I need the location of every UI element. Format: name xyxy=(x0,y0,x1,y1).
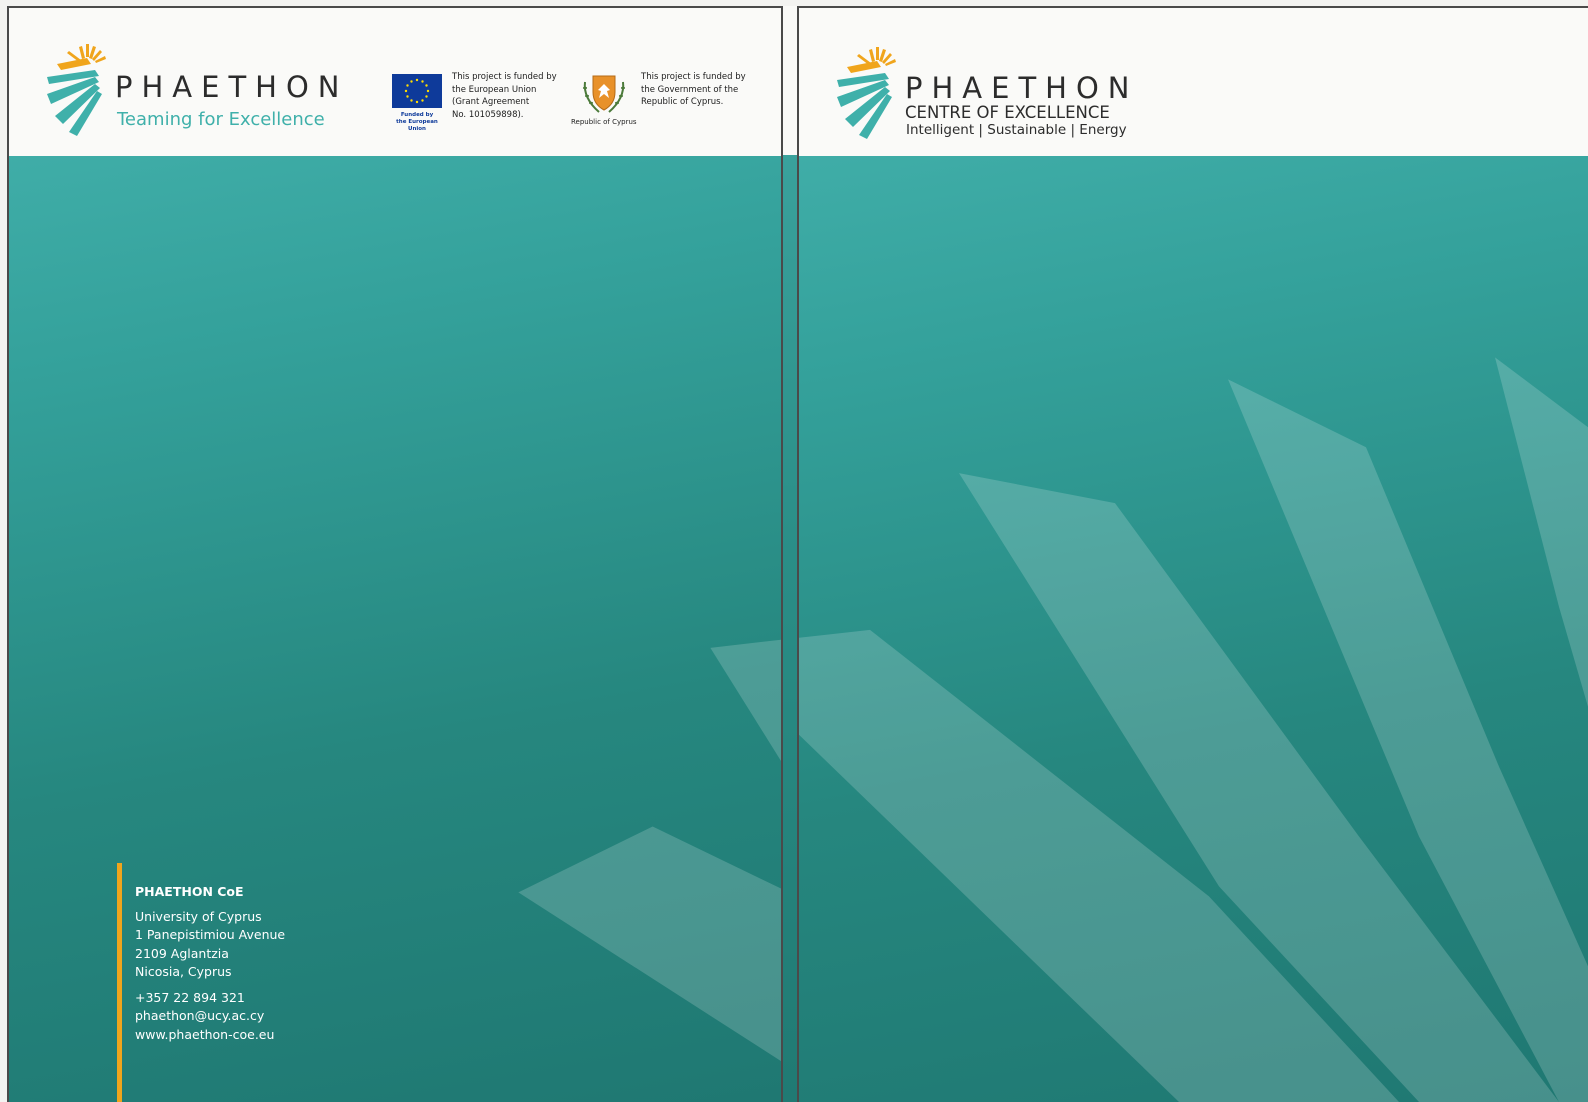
cyprus-funding-line: This project is funded by xyxy=(641,72,746,82)
back-cover-header: PHAETHON Teaming for Excellence Funded b… xyxy=(9,8,781,156)
eu-caption: Funded by the European Union xyxy=(387,112,447,133)
front-cover-page: PHAETHON CENTRE OF EXCELLENCE Intelligen… xyxy=(799,6,1588,1102)
address-line: Nicosia, Cyprus xyxy=(135,963,232,979)
contact-email[interactable]: phaethon@ucy.ac.cy xyxy=(135,1007,285,1025)
address-line: 1 Panepistimiou Avenue xyxy=(135,927,286,943)
front-cover-header: PHAETHON CENTRE OF EXCELLENCE Intelligen… xyxy=(799,8,1588,156)
eu-funding-line: This project is funded by xyxy=(452,72,557,82)
eu-funding-line: the European Union xyxy=(452,84,537,95)
contact-organisation: PHAETHON CoE xyxy=(135,884,244,899)
spine xyxy=(783,6,799,1102)
eu-flag-icon xyxy=(392,74,442,108)
cyprus-funding-text: This project is funded by the Government… xyxy=(641,71,746,109)
phaethon-logo-icon xyxy=(47,44,106,136)
cyprus-coat-of-arms-icon xyxy=(583,75,625,113)
decorative-rays-back xyxy=(518,639,781,1062)
eu-funding-text: This project is funded by the European U… xyxy=(452,71,557,121)
brochure-spread: PHAETHON Teaming for Excellence Funded b… xyxy=(0,0,1588,1102)
phaethon-logo-icon xyxy=(837,47,896,139)
contact-block: PHAETHON CoE University of Cyprus 1 Pane… xyxy=(135,884,285,1044)
cyprus-funding-line: the Government of the xyxy=(641,84,739,95)
keywords-label: Intelligent | Sustainable | Energy xyxy=(906,122,1127,138)
phaethon-wordmark: PHAETHON xyxy=(905,71,1139,105)
phaethon-tagline: Teaming for Excellence xyxy=(117,109,325,130)
address-line: 2109 Aglantzia xyxy=(135,945,229,961)
spine-header-band xyxy=(783,6,797,155)
contact-website[interactable]: www.phaethon-coe.eu xyxy=(135,1026,285,1044)
cyprus-funding-line: Republic of Cyprus. xyxy=(641,97,724,107)
eu-funding-line: No. 101059898). xyxy=(452,109,524,120)
contact-phone: +357 22 894 321 xyxy=(135,990,245,1006)
contact-accent-bar xyxy=(117,863,122,1102)
centre-of-excellence-label: CENTRE OF EXCELLENCE xyxy=(905,103,1110,122)
back-cover-page: PHAETHON Teaming for Excellence Funded b… xyxy=(7,6,783,1102)
decorative-rays-front xyxy=(799,357,1588,1102)
phaethon-wordmark: PHAETHON xyxy=(115,70,349,104)
address-line: University of Cyprus xyxy=(135,909,262,924)
eu-funding-line: (Grant Agreement xyxy=(452,97,530,107)
eu-caption-line2: the European Union xyxy=(396,119,438,132)
cyprus-caption: Republic of Cyprus xyxy=(571,118,637,126)
eu-caption-line1: Funded by xyxy=(400,112,434,118)
